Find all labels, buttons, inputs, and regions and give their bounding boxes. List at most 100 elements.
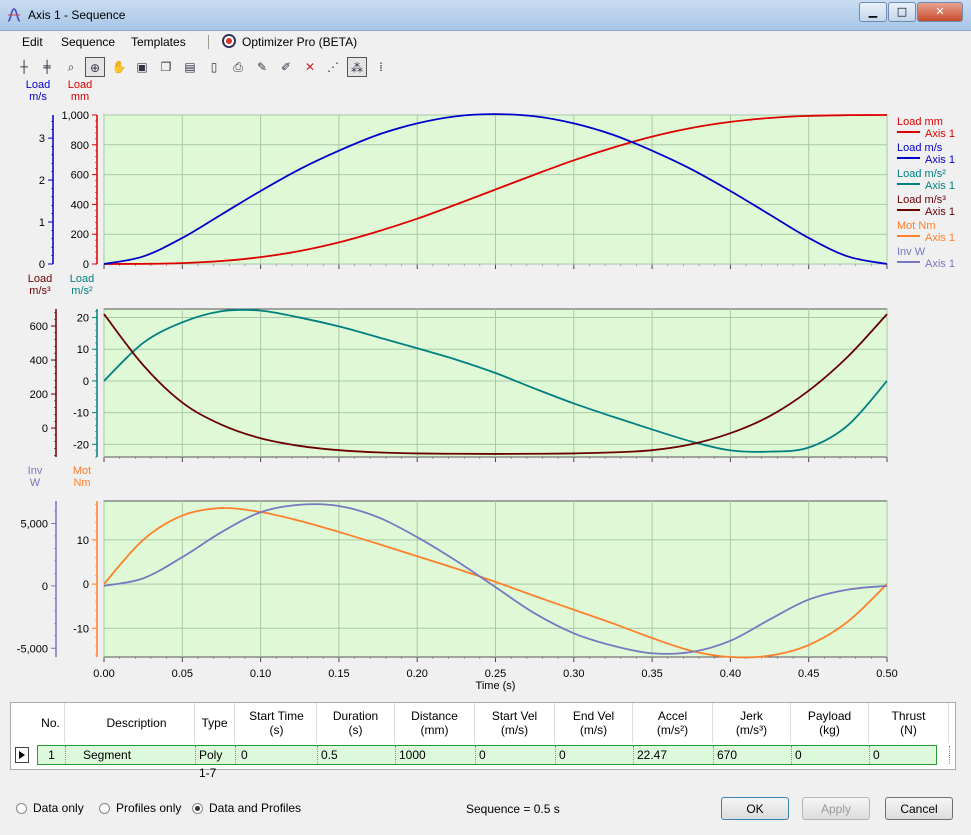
column-header-unit: (m/s) [579, 723, 608, 737]
radio-data-and-profiles[interactable]: Data and Profiles [192, 801, 301, 815]
pen-alt-icon[interactable]: ✐ [276, 57, 296, 77]
export-icon[interactable]: ▯ [204, 57, 224, 77]
menu-sequence[interactable]: Sequence [61, 35, 115, 49]
column-header[interactable]: Jerk (m/s³) [713, 703, 791, 743]
maximize-button[interactable]: □ [888, 2, 916, 22]
table-cell[interactable]: 0 [556, 746, 634, 764]
table-cell[interactable]: 670 [714, 746, 792, 764]
column-header[interactable]: Description [79, 703, 195, 743]
table-cell[interactable]: 0 [870, 746, 950, 764]
markers-icon[interactable]: ⁂ [347, 57, 367, 77]
print-icon[interactable]: ⎙ [228, 57, 248, 77]
pen-icon[interactable]: ✎ [252, 57, 272, 77]
column-header[interactable]: Duration (s) [317, 703, 395, 743]
table-cell[interactable]: Poly 1-7 [196, 746, 236, 780]
menu-separator [208, 35, 209, 49]
legend-series: Axis 1 [925, 154, 955, 166]
table-cell[interactable]: 0 [238, 746, 318, 764]
column-header-unit: (m/s) [500, 723, 529, 737]
column-header[interactable]: Distance (mm) [395, 703, 475, 743]
table-cell[interactable]: 0 [476, 746, 556, 764]
x-tick-label: 0.05 [172, 668, 193, 680]
radio-circle[interactable] [192, 802, 203, 814]
zoom-icon[interactable]: ⌕ [61, 57, 81, 77]
column-header[interactable]: Type [195, 703, 235, 743]
legend-label: Load m/s [897, 142, 943, 154]
y-tick-label: 600 [30, 321, 48, 333]
copy-icon[interactable]: ❐ [156, 57, 176, 77]
y-tick-label: 400 [30, 355, 48, 367]
apply-button[interactable]: Apply [802, 797, 870, 820]
table-cell[interactable]: Segment [80, 746, 196, 764]
series-icon[interactable]: ✕ [300, 57, 320, 77]
x-tick-label: 0.15 [328, 668, 349, 680]
column-header-title: Thrust [891, 709, 926, 723]
radio-label: Data only [33, 801, 84, 815]
radio-label: Data and Profiles [209, 801, 302, 815]
y-tick-label: 5,000 [20, 518, 48, 530]
radio-data-only[interactable]: Data only [16, 801, 84, 815]
zoom-region-icon[interactable]: ⊕ [85, 57, 105, 77]
menu-optimizer[interactable]: Optimizer Pro (BETA) [242, 35, 357, 49]
y-axis-title-unit: m/s² [71, 285, 93, 297]
column-header-unit: (s) [269, 723, 284, 737]
table-cell[interactable]: 0.5 [318, 746, 396, 764]
legend-label: Load m/s² [897, 168, 946, 180]
column-header[interactable]: Start Time (s) [237, 703, 317, 743]
table-cell[interactable]: 22.47 [634, 746, 714, 764]
points-icon[interactable]: ⋰ [323, 57, 343, 77]
column-header[interactable]: End Vel (m/s) [555, 703, 633, 743]
x-axis-title: Time (s) [476, 680, 516, 692]
table-row[interactable]: 1 Segment Poly 1-7 0 0.5 1000 0 0 22.47 670 0 0 [37, 745, 950, 780]
y-tick-label: 1,000 [61, 110, 89, 122]
menu-edit[interactable]: Edit [22, 35, 43, 49]
y-axis-title: Load [26, 80, 50, 91]
cancel-button[interactable]: Cancel [885, 797, 953, 820]
y-tick-label: 400 [71, 199, 89, 211]
y-tick-label: 600 [71, 170, 89, 182]
cursor-icon[interactable]: ⁞ [371, 57, 391, 77]
y-tick-label: -10 [73, 623, 89, 635]
x-tick-label: 0.10 [250, 668, 271, 680]
table-cell[interactable]: 0 [792, 746, 870, 764]
table-cell[interactable]: 1 [38, 746, 66, 764]
row-selector-icon[interactable] [15, 747, 29, 763]
y-axis-title-unit: m/s³ [29, 285, 51, 297]
menu-templates[interactable]: Templates [131, 35, 186, 49]
column-header-title: Description [106, 716, 167, 730]
table-cell[interactable]: 1000 [396, 746, 476, 764]
radio-profiles-only[interactable]: Profiles only [99, 801, 181, 815]
column-header[interactable]: No. [37, 703, 65, 743]
column-header[interactable]: Accel (m/s²) [633, 703, 713, 743]
y-tick-label: 10 [77, 535, 89, 547]
y-axis-title-unit: Nm [73, 477, 90, 489]
column-header-title: Duration [332, 709, 379, 723]
column-header[interactable]: Payload (kg) [791, 703, 869, 743]
y-tick-label: -5,000 [17, 643, 48, 655]
save-icon[interactable]: ▣ [132, 57, 152, 77]
minimize-button[interactable]: ▁ [859, 2, 887, 22]
ok-button[interactable]: OK [721, 797, 789, 820]
column-header-title: No. [41, 716, 60, 730]
radio-circle[interactable] [99, 802, 110, 814]
copy-data-icon[interactable]: ▤ [180, 57, 200, 77]
x-tick-label: 0.35 [641, 668, 662, 680]
radio-circle[interactable] [16, 802, 27, 814]
y-tick-label: 20 [77, 313, 89, 325]
column-header-title: Distance [411, 709, 458, 723]
y-tick-label: -10 [73, 408, 89, 420]
column-header[interactable]: Thrust (N) [869, 703, 949, 743]
legend-series: Axis 1 [925, 128, 955, 140]
column-header[interactable]: Start Vel (m/s) [475, 703, 555, 743]
pan-icon[interactable]: ✋ [109, 57, 129, 77]
charts-area: 0123Loadm/s02004006008001,000Loadmm02004… [17, 80, 955, 692]
crosshair-multi-icon[interactable]: ╪ [37, 57, 57, 77]
y-tick-label: 2 [39, 175, 45, 187]
segments-table: No. Description Type Start Time (s) Duration(… [10, 702, 956, 780]
close-button[interactable]: ✕ [917, 2, 963, 22]
column-header-title: Accel [657, 709, 688, 723]
y-axis-title: Mot [73, 465, 91, 477]
x-tick-label: 0.25 [485, 668, 506, 680]
y-axis-title: Load [28, 273, 52, 285]
crosshair-icon[interactable]: ┼ [14, 57, 34, 77]
